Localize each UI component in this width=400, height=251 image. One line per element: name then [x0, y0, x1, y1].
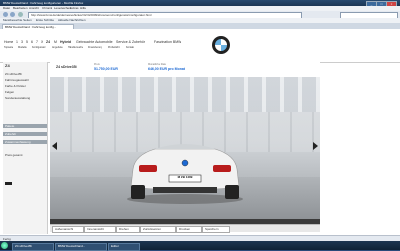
sidebar-item-packages[interactable]: Pakete [3, 124, 47, 128]
taskbar-item-2[interactable]: Editor [108, 242, 140, 251]
bookmark-latest-headlines[interactable]: Aktuelle Nachrichten [58, 19, 86, 22]
ceiling-structure [50, 77, 320, 112]
nav-series-1[interactable]: 1 [16, 40, 18, 44]
sidebar-item-model[interactable]: Z4 sDrive35i [3, 72, 47, 76]
nav-series-3[interactable]: 3 [21, 40, 23, 44]
nav-series-z4[interactable]: Z4 [46, 40, 50, 44]
nav-series-7[interactable]: 7 [36, 40, 38, 44]
menu-edit[interactable]: Bearbeiten [13, 7, 28, 10]
sidebar-item-accessories[interactable]: Zubehör [3, 132, 47, 136]
bookmark-getting-started[interactable]: Erste Schritte [36, 19, 54, 22]
taskbar: Z4 sDrive35i BMW Deutschland... Editor [0, 241, 400, 251]
url-text: http://www.bmw.de/de/de/newvehicles/z4/z… [31, 13, 152, 17]
rate-value: 646,00 EUR pro Monat [148, 67, 185, 71]
sidebar-item-color[interactable]: Farbe & Polster [3, 84, 47, 88]
license-plate: M ZB 1489 [177, 176, 193, 179]
sub-nav-configurator[interactable]: Konfigurator [32, 46, 46, 50]
nav-hybrid[interactable]: Hybrid [60, 40, 71, 44]
sidebar-button[interactable] [5, 182, 12, 185]
save-button[interactable]: Speichern [202, 226, 230, 233]
bookmark-most-visited[interactable]: Meistbesuchte Seiten [3, 19, 32, 22]
sidebar-item-vehicle[interactable]: Fahrzeugauswahl [3, 78, 47, 82]
nav-series-x[interactable]: X [41, 40, 43, 44]
rotate-right-icon[interactable] [313, 142, 318, 150]
showroom-view[interactable]: M ZB 1489 [50, 77, 320, 219]
exterior-view-button[interactable]: Außenansicht [52, 226, 84, 233]
nav-service[interactable]: Service & Zubehör [116, 40, 145, 44]
model-name: Z4 sDrive35i [56, 65, 77, 69]
sub-nav-models[interactable]: Modelle [18, 46, 27, 50]
menu-view[interactable]: Ansicht [29, 7, 39, 10]
start-button[interactable] [1, 242, 8, 249]
nav-series-m[interactable]: M [54, 40, 57, 44]
sidebar-title: Z4 [5, 64, 10, 68]
sub-nav-offers[interactable]: Angebote [52, 46, 63, 50]
sub-nav-top[interactable]: Topseite [4, 46, 13, 50]
price-value: 51.750,00 EUR [94, 67, 118, 71]
rate-label: Monatliche Rate [148, 63, 167, 66]
sub-nav-contact[interactable]: Kontakt [126, 46, 134, 50]
menu-file[interactable]: Datei [3, 7, 10, 10]
nav-series-5[interactable]: 5 [26, 40, 28, 44]
sub-nav-dealer[interactable]: Händlersuche [68, 46, 83, 50]
window-title: BMW Deutschland : Fahrzeug konfigurieren… [3, 1, 84, 5]
rotate-button[interactable]: Drehen [116, 226, 140, 233]
view-controls: Außenansicht Innenansicht Drehen Zurücks… [50, 224, 320, 233]
back-icon[interactable] [3, 12, 8, 17]
nav-fascination[interactable]: Faszination BMW [154, 40, 181, 44]
menu-history[interactable]: Chronik [42, 7, 52, 10]
config-sidebar: Z4 Z4 sDrive35i Fahrzeugauswahl Farbe & … [3, 62, 48, 234]
car-rear-view [127, 144, 243, 204]
price-label: Preis [94, 63, 100, 66]
taskbar-item-1[interactable]: BMW Deutschland... [55, 242, 107, 251]
sidebar-item-options[interactable]: Sonderausstattung [3, 96, 47, 100]
forward-icon[interactable] [10, 12, 15, 17]
print-button[interactable]: Drucken [176, 226, 202, 233]
sidebar-item-summary[interactable]: Zusammenfassung [3, 140, 47, 144]
interior-view-button[interactable]: Innenansicht [84, 226, 116, 233]
rotate-left-icon[interactable] [52, 142, 57, 150]
sub-nav-finance[interactable]: Finanzierung [88, 46, 102, 50]
menu-tools[interactable]: Extras [70, 7, 79, 10]
sub-nav-testdrive[interactable]: Probefahrt [108, 46, 120, 50]
reset-button[interactable]: Zurücksetzen [140, 226, 176, 233]
bmw-main-nav: Home 1 3 5 6 7 X Z4 M Hybrid Gebrauchte … [4, 40, 204, 52]
bmw-logo[interactable] [212, 36, 230, 54]
nav-used-cars[interactable]: Gebrauchte Automobile [76, 40, 113, 44]
nav-series-6[interactable]: 6 [31, 40, 33, 44]
sidebar-note: Preis gesamt [5, 154, 23, 157]
sidebar-item-rims[interactable]: Felgen [3, 90, 47, 94]
reload-icon[interactable] [18, 12, 23, 17]
menu-help[interactable]: Hilfe [80, 7, 86, 10]
nav-home[interactable]: Home [4, 40, 13, 44]
menu-bookmarks[interactable]: Lesezeichen [54, 7, 71, 10]
taskbar-item-0[interactable]: Z4 sDrive35i [12, 242, 54, 251]
